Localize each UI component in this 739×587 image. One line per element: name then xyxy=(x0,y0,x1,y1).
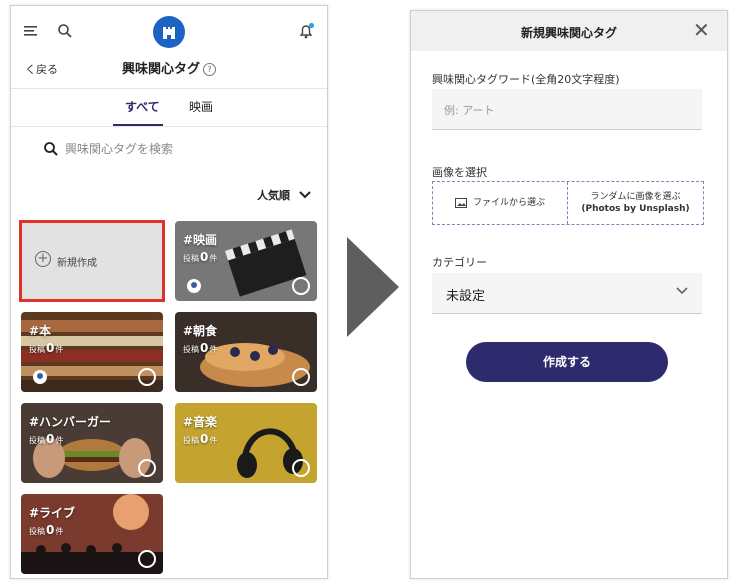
tag-card[interactable]: #本 投稿0件 xyxy=(21,312,163,392)
card-count: 投稿0件 xyxy=(183,341,218,355)
chevron-down-icon xyxy=(676,285,688,298)
create-button[interactable]: 作成する xyxy=(466,342,668,382)
card-title: #ハンバーガー xyxy=(29,415,112,429)
file-select-button[interactable]: ファイルから選ぶ xyxy=(433,182,567,224)
app-logo[interactable] xyxy=(153,16,185,48)
divider xyxy=(11,126,327,127)
highlight-box xyxy=(19,220,165,302)
tag-word-input[interactable]: 例: アート xyxy=(432,89,702,130)
help-icon[interactable]: ? xyxy=(203,63,216,76)
top-bar xyxy=(11,6,327,58)
modal-title: 新規興味関心タグ xyxy=(520,26,617,40)
image-icon xyxy=(454,198,467,208)
search-icon[interactable] xyxy=(57,23,73,39)
tab-all[interactable]: すべて xyxy=(125,98,160,115)
sort-label: 人気順 xyxy=(257,189,290,202)
tag-card[interactable]: #ハンバーガー 投稿0件 xyxy=(21,403,163,483)
select-circle-icon[interactable] xyxy=(138,368,156,386)
new-tag-modal: 新規興味関心タグ ✕ 興味関心タグワード(全角20文字程度) 例: アート 画像… xyxy=(410,10,728,579)
modal-header: 新規興味関心タグ ✕ xyxy=(411,11,727,51)
card-title: #映画 xyxy=(183,233,218,247)
tag-card[interactable]: #音楽 投稿0件 xyxy=(175,403,317,483)
close-icon[interactable]: ✕ xyxy=(693,20,710,40)
card-title: #ライブ xyxy=(29,506,76,520)
select-circle-icon[interactable] xyxy=(292,368,310,386)
select-circle-icon[interactable] xyxy=(292,459,310,477)
search-icon xyxy=(44,141,58,156)
card-count: 投稿0件 xyxy=(29,523,64,537)
chevron-down-icon xyxy=(299,191,311,199)
select-circle-icon[interactable] xyxy=(292,277,310,295)
page-title-text: 興味関心タグ xyxy=(121,62,200,77)
card-count: 投稿0件 xyxy=(183,432,218,446)
tag-word-placeholder: 例: アート xyxy=(444,104,495,117)
tab-movie[interactable]: 映画 xyxy=(189,98,213,115)
tag-card[interactable]: #映画 投稿0件 xyxy=(175,221,317,301)
search-input[interactable]: 興味関心タグを検索 xyxy=(43,140,173,157)
card-title: #音楽 xyxy=(183,415,218,429)
card-count: 投稿0件 xyxy=(29,432,64,446)
divider xyxy=(11,88,327,89)
menu-icon[interactable] xyxy=(23,24,39,38)
select-circle-icon[interactable] xyxy=(138,459,156,477)
notification-bell-icon[interactable] xyxy=(297,22,315,40)
card-title: #本 xyxy=(29,324,52,338)
tag-card[interactable]: #朝食 投稿0件 xyxy=(175,312,317,392)
tag-word-label: 興味関心タグワード(全角20文字程度) xyxy=(432,73,620,86)
transition-arrow xyxy=(347,237,399,337)
tag-card[interactable]: #ライブ 投稿0件 xyxy=(21,494,163,574)
random-image-button[interactable]: ランダムに画像を選ぶ (Photos by Unsplash) xyxy=(568,182,703,224)
category-label: カテゴリー xyxy=(432,256,487,269)
sort-dropdown[interactable]: 人気順 xyxy=(257,187,312,203)
select-circle-icon[interactable] xyxy=(138,550,156,568)
card-count: 投稿0件 xyxy=(29,341,64,355)
card-title: #朝食 xyxy=(183,324,218,338)
category-value: 未設定 xyxy=(446,289,486,304)
card-count: 投稿0件 xyxy=(183,250,218,264)
page-title: 興味関心タグ? xyxy=(11,58,327,77)
search-placeholder: 興味関心タグを検索 xyxy=(65,142,174,156)
image-label: 画像を選択 xyxy=(432,166,487,179)
avatar xyxy=(187,279,201,293)
avatar xyxy=(33,370,47,384)
image-selector: ファイルから選ぶ ランダムに画像を選ぶ (Photos by Unsplash) xyxy=(432,181,704,225)
category-select[interactable]: 未設定 xyxy=(432,273,702,314)
